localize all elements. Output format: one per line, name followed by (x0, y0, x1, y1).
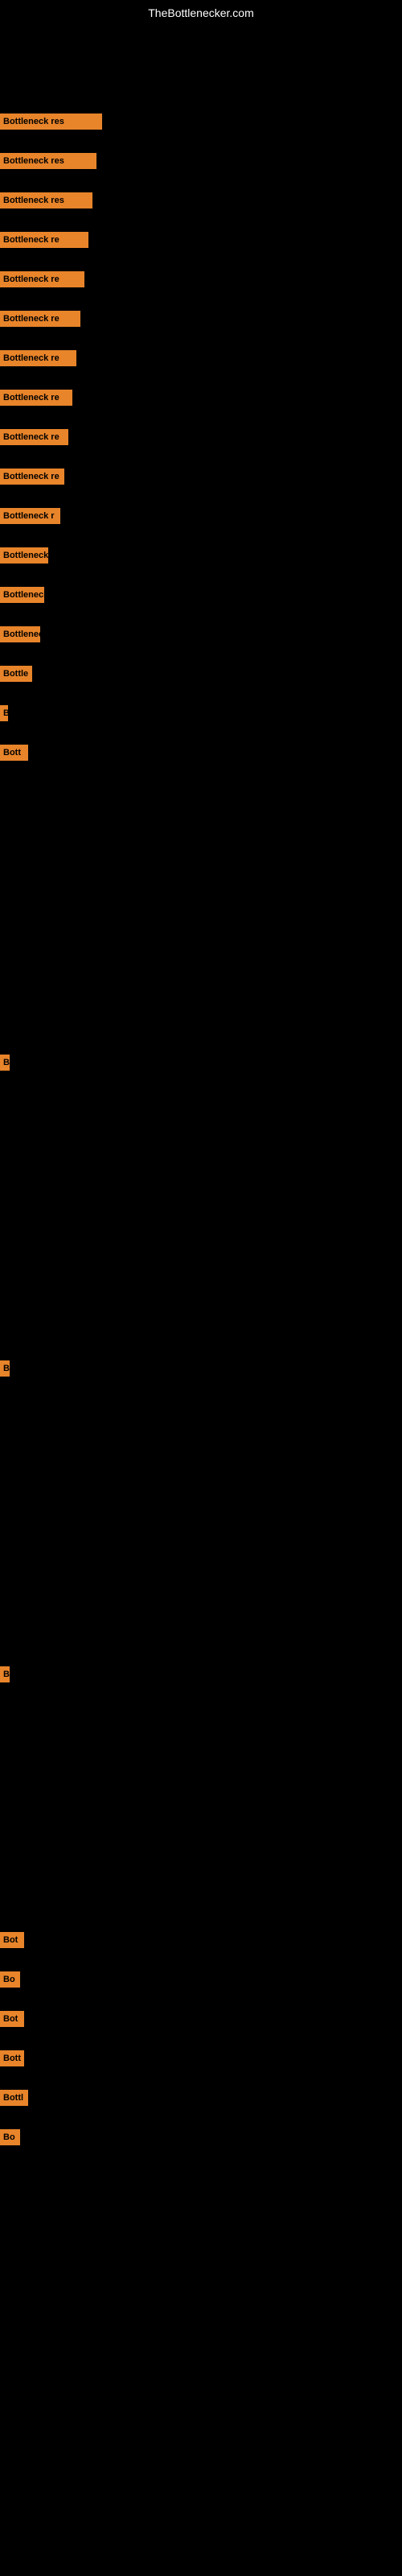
bottleneck-bar: Bottle (0, 666, 32, 682)
bottleneck-bar: B (0, 1666, 10, 1682)
bottleneck-bar: Bot (0, 1932, 24, 1948)
bottleneck-bar: Bottleneck r (0, 508, 60, 524)
bottleneck-bar: Bo (0, 2129, 20, 2145)
bottleneck-bar: Bottleneck res (0, 114, 102, 130)
bottleneck-bar: Bottleneck re (0, 429, 68, 445)
bottleneck-bar: Bottleneck re (0, 232, 88, 248)
bottleneck-bar: Bottleneck res (0, 153, 96, 169)
bottleneck-bar: Bottleneck re (0, 311, 80, 327)
bottleneck-bar: Bottleneck re (0, 469, 64, 485)
bottleneck-bar: B (0, 1055, 10, 1071)
bottleneck-bar: Bottl (0, 2090, 28, 2106)
site-title: TheBottlenecker.com (0, 0, 402, 26)
bottleneck-bar: Bottleneck (0, 626, 40, 642)
bottleneck-bar: Bottleneck (0, 547, 48, 564)
bottleneck-bar: Bott (0, 745, 28, 761)
bottleneck-bar: Bottleneck re (0, 350, 76, 366)
bottleneck-bar: Bottleneck (0, 587, 44, 603)
bottleneck-bar: Bott (0, 2050, 24, 2066)
bottleneck-bar: Bottleneck re (0, 271, 84, 287)
bottleneck-bar: B (0, 705, 8, 721)
bottleneck-bar: Bottleneck re (0, 390, 72, 406)
bottleneck-bar: Bottleneck res (0, 192, 92, 208)
bottleneck-bar: B (0, 1360, 10, 1377)
bottleneck-bar: Bo (0, 1971, 20, 1988)
bottleneck-bar: Bot (0, 2011, 24, 2027)
